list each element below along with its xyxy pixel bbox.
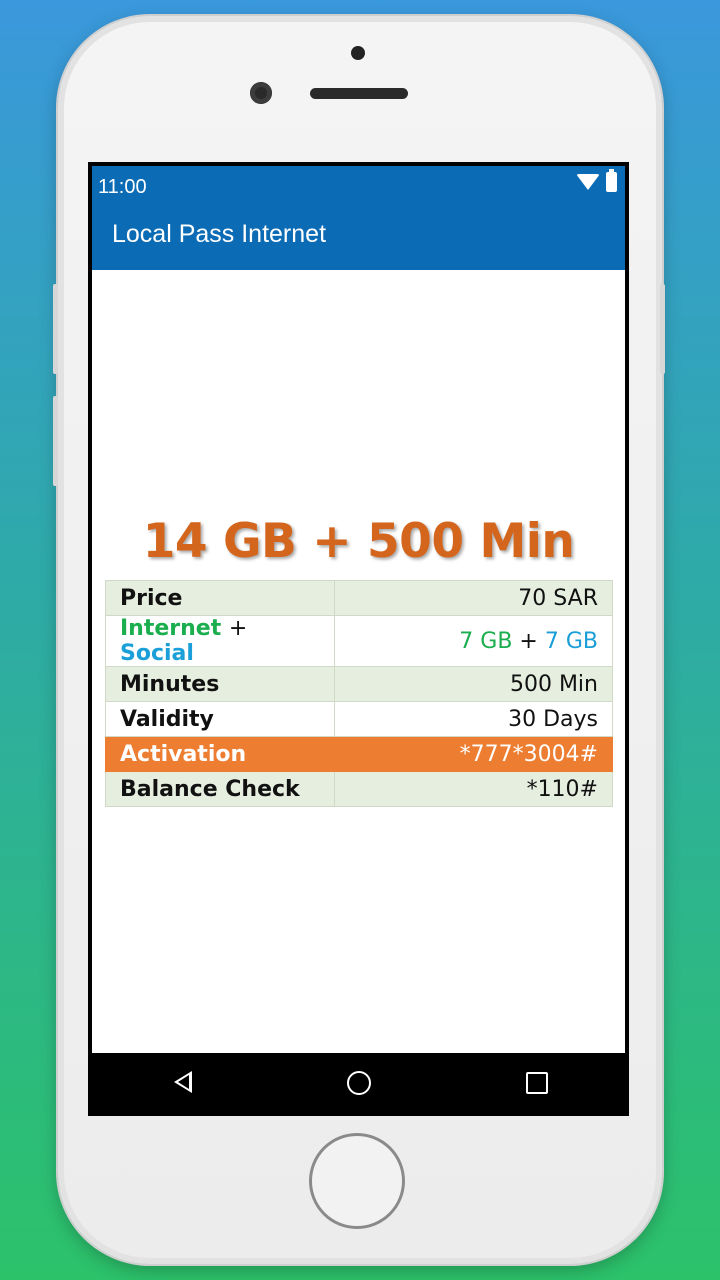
volume-down-button [53,396,58,486]
earpiece-speaker [310,88,408,99]
home-icon[interactable] [347,1071,371,1095]
table-row-validity: Validity 30 Days [105,701,613,737]
app-title: Local Pass Internet [112,220,327,248]
navigation-bar [92,1053,625,1112]
internet-label: Internet [120,616,222,641]
plus-value: + [519,628,538,654]
price-value: 70 SAR [334,580,613,616]
power-button [660,284,665,374]
data-value: 7 GB + 7 GB [334,615,613,667]
social-label: Social [120,641,194,666]
phone-screen: 11:00 Local Pass Internet 14 GB + 500 Mi… [88,162,629,1116]
app-bar: 11:00 Local Pass Internet [92,166,625,270]
battery-icon [606,169,617,192]
status-time: 11:00 [98,176,147,198]
offer-table: Price 70 SAR Internet + Social 7 GB + 7 … [105,580,613,807]
table-row-price: Price 70 SAR [105,580,613,616]
balance-code: *110# [334,771,613,807]
social-value: 7 GB [544,628,598,654]
volume-up-button [53,284,58,374]
proximity-sensor [351,46,365,60]
activation-code: *777*3004# [334,736,613,772]
recents-icon[interactable] [526,1072,548,1094]
plus-label: + [228,616,248,641]
offer-headline: 14 GB + 500 Min [142,514,575,569]
wifi-icon [576,174,600,190]
app-screen: 11:00 Local Pass Internet 14 GB + 500 Mi… [92,166,625,1112]
back-icon[interactable] [174,1071,192,1093]
front-camera [250,82,272,104]
data-label: Internet + Social [105,615,335,667]
activation-label: Activation [105,736,335,772]
minutes-value: 500 Min [334,666,613,702]
home-button[interactable] [309,1133,405,1229]
internet-value: 7 GB [459,628,513,654]
validity-label: Validity [105,701,335,737]
status-icons [576,169,617,192]
table-row-activation: Activation *777*3004# [105,736,613,772]
table-row-data: Internet + Social 7 GB + 7 GB [105,615,613,667]
table-row-minutes: Minutes 500 Min [105,666,613,702]
validity-value: 30 Days [334,701,613,737]
table-row-balance: Balance Check *110# [105,771,613,807]
minutes-label: Minutes [105,666,335,702]
balance-label: Balance Check [105,771,335,807]
price-label: Price [105,580,335,616]
